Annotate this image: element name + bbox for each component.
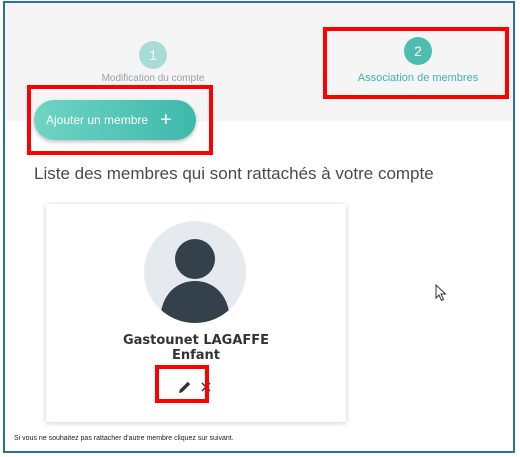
avatar <box>144 221 246 323</box>
mouse-cursor-icon <box>435 284 447 302</box>
highlight-actions-box <box>155 365 209 403</box>
step-modification-compte[interactable]: 1 Modification du compte <box>83 41 223 84</box>
footer-hint: Si vous ne souhaitez pas rattacher d'aut… <box>14 435 234 442</box>
member-role: Enfant <box>171 348 221 363</box>
members-list-title: Liste des membres qui sont rattachés à v… <box>34 164 434 183</box>
member-name: Gastounet LAGAFFE <box>122 333 270 348</box>
highlight-step2-box <box>323 27 509 99</box>
person-placeholder-icon <box>160 239 230 323</box>
highlight-add-member-box <box>27 85 213 155</box>
app-frame: 1 Modification du compte 2 Association d… <box>3 1 515 453</box>
step-number-badge: 1 <box>139 41 167 69</box>
step-label: Modification du compte <box>101 73 205 84</box>
